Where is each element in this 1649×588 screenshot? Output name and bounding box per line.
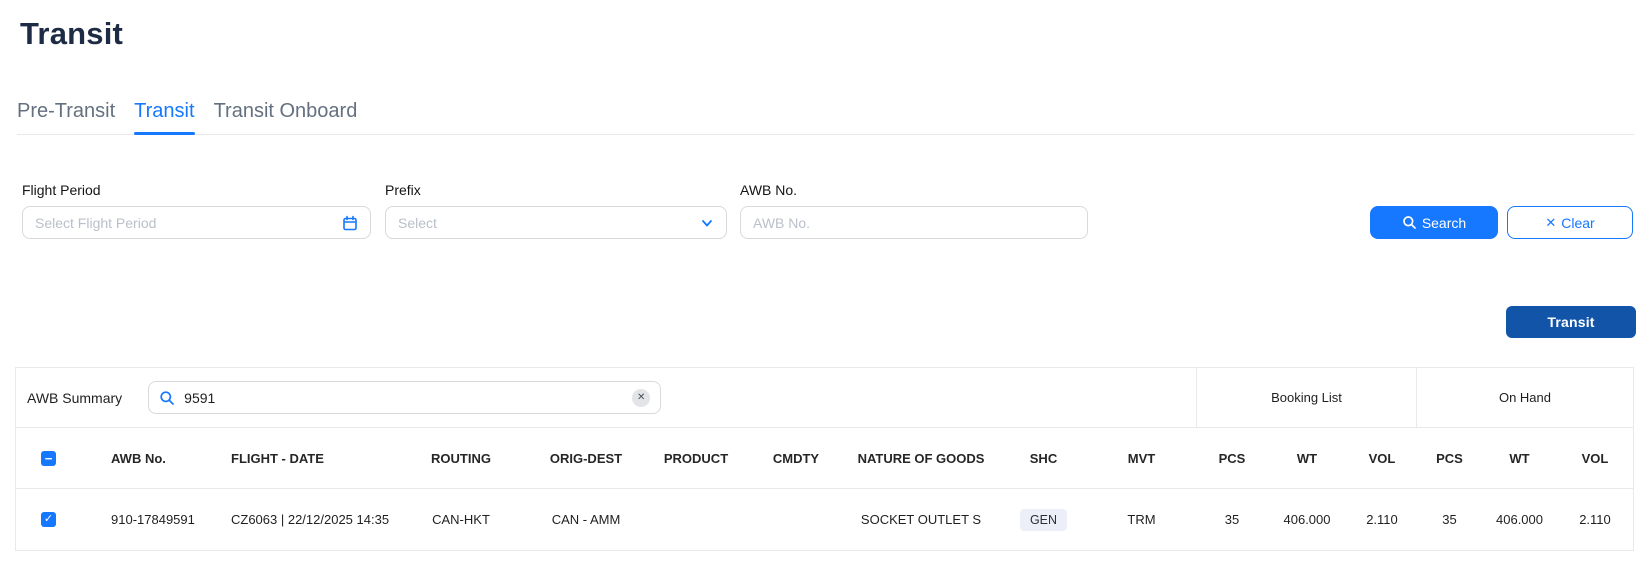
awb-no-label: AWB No. bbox=[740, 182, 1088, 198]
prefix-label: Prefix bbox=[385, 182, 727, 198]
row-booking-pcs: 35 bbox=[1197, 512, 1267, 527]
search-icon bbox=[159, 390, 175, 406]
row-select-cell: ✓ bbox=[16, 512, 81, 527]
row-flight-date: CZ6063 | 22/12/2025 14:35 bbox=[206, 512, 391, 527]
prefix-field: Prefix bbox=[385, 182, 727, 239]
chevron-down-icon[interactable] bbox=[700, 216, 714, 230]
col-booking-vol: VOL bbox=[1347, 451, 1417, 466]
tab-transit-onboard[interactable]: Transit Onboard bbox=[214, 100, 358, 123]
col-nature-of-goods: NATURE OF GOODS bbox=[841, 451, 1001, 466]
row-routing: CAN-HKT bbox=[391, 512, 531, 527]
row-onhand-pcs: 35 bbox=[1417, 512, 1482, 527]
awb-no-input[interactable] bbox=[740, 206, 1088, 239]
table-header-row: − AWB No. FLIGHT - DATE ROUTING ORIG-DES… bbox=[16, 428, 1633, 489]
clear-search-icon[interactable]: ✕ bbox=[632, 389, 650, 407]
search-button-label: Search bbox=[1422, 215, 1466, 231]
flight-period-field: Flight Period bbox=[22, 182, 371, 239]
col-onhand-vol: VOL bbox=[1557, 451, 1633, 466]
table-group-header-row: AWB Summary ✕ Booking List On Hand bbox=[16, 368, 1633, 428]
search-button[interactable]: Search bbox=[1370, 206, 1498, 239]
col-cmdty: CMDTY bbox=[751, 451, 841, 466]
awb-summary-cell: AWB Summary ✕ bbox=[16, 368, 1196, 427]
clear-button-label: Clear bbox=[1561, 215, 1594, 231]
on-hand-group-header: On Hand bbox=[1416, 368, 1633, 427]
row-orig-dest: CAN - AMM bbox=[531, 512, 641, 527]
col-onhand-pcs: PCS bbox=[1417, 451, 1482, 466]
row-mvt: TRM bbox=[1086, 512, 1197, 527]
page-title: Transit bbox=[20, 16, 123, 52]
col-onhand-wt: WT bbox=[1482, 451, 1557, 466]
tab-transit[interactable]: Transit bbox=[134, 100, 194, 123]
row-booking-wt: 406.000 bbox=[1267, 512, 1347, 527]
row-onhand-vol: 2.110 bbox=[1557, 512, 1633, 527]
clear-x-icon: ✕ bbox=[1545, 216, 1556, 229]
flight-period-input[interactable] bbox=[22, 206, 371, 239]
select-all-checkbox[interactable]: − bbox=[41, 451, 56, 466]
search-icon bbox=[1402, 215, 1417, 230]
flight-period-text-input[interactable] bbox=[35, 215, 334, 231]
col-flight-date: FLIGHT - DATE bbox=[206, 451, 391, 466]
col-mvt: MVT bbox=[1086, 451, 1197, 466]
tab-pre-transit[interactable]: Pre-Transit bbox=[17, 100, 115, 123]
clear-button[interactable]: ✕ Clear bbox=[1507, 206, 1633, 239]
col-routing: ROUTING bbox=[391, 451, 531, 466]
transit-page: Transit Pre-Transit Transit Transit Onbo… bbox=[0, 0, 1649, 588]
col-awb-no: AWB No. bbox=[81, 451, 206, 466]
col-booking-wt: WT bbox=[1267, 451, 1347, 466]
awb-summary-table: AWB Summary ✕ Booking List On Hand − bbox=[15, 367, 1634, 551]
row-onhand-wt: 406.000 bbox=[1482, 512, 1557, 527]
col-shc: SHC bbox=[1001, 451, 1086, 466]
col-orig-dest: ORIG-DEST bbox=[531, 451, 641, 466]
row-awb-no: 910-17849591 bbox=[81, 512, 206, 527]
select-all-cell: − bbox=[16, 451, 81, 466]
shc-badge: GEN bbox=[1020, 509, 1067, 531]
awb-summary-label: AWB Summary bbox=[27, 390, 122, 406]
prefix-select-input[interactable] bbox=[398, 215, 692, 231]
awb-summary-search-input[interactable] bbox=[184, 390, 623, 406]
awb-summary-search[interactable]: ✕ bbox=[148, 381, 661, 414]
table-row[interactable]: ✓ 910-17849591 CZ6063 | 22/12/2025 14:35… bbox=[16, 489, 1633, 550]
calendar-icon[interactable] bbox=[342, 215, 358, 231]
row-booking-vol: 2.110 bbox=[1347, 512, 1417, 527]
flight-period-label: Flight Period bbox=[22, 182, 371, 198]
row-nature-of-goods: SOCKET OUTLET S bbox=[841, 512, 1001, 527]
row-checkbox[interactable]: ✓ bbox=[41, 512, 56, 527]
awb-no-text-input[interactable] bbox=[753, 215, 1075, 231]
col-product: PRODUCT bbox=[641, 451, 751, 466]
transit-action-button[interactable]: Transit bbox=[1506, 306, 1636, 338]
row-shc-cell: GEN bbox=[1001, 509, 1086, 531]
tab-bar: Pre-Transit Transit Transit Onboard bbox=[17, 100, 1634, 135]
booking-list-group-header: Booking List bbox=[1196, 368, 1416, 427]
col-booking-pcs: PCS bbox=[1197, 451, 1267, 466]
prefix-select[interactable] bbox=[385, 206, 727, 239]
awb-no-field: AWB No. bbox=[740, 182, 1088, 239]
